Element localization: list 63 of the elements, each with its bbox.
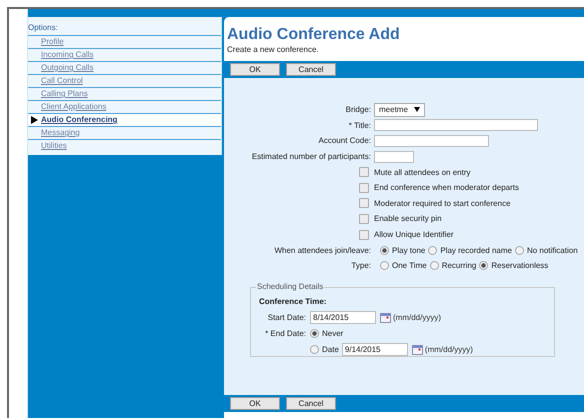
menu-link[interactable]: Incoming Calls [41,50,94,60]
radio-button[interactable] [380,246,389,255]
checkbox[interactable] [359,182,369,193]
button[interactable]: Cancel [286,397,336,410]
radio-label: Date [322,345,339,354]
radio-label: No notification [526,246,578,255]
menu-link[interactable]: Profile [41,37,64,47]
checkbox-label: End conference when moderator departs [374,183,519,192]
field-label: When attendees join/leave: [274,246,371,255]
field-label: Estimated number of participants: [252,152,371,162]
radio-button[interactable] [428,246,438,255]
menu-link[interactable]: Client Applications [41,102,106,112]
checkbox[interactable] [359,230,369,240]
dropdown[interactable]: meetme [374,102,425,117]
calendar-icon [380,312,391,323]
field-label: Bridge: [346,105,371,114]
section-heading: Conference Time: [259,296,328,307]
radio-label: Never [322,329,344,338]
menu-link[interactable]: Messaging [41,128,80,138]
radio-button[interactable] [479,261,488,270]
checkbox[interactable] [359,214,369,224]
radio-button[interactable] [310,329,319,338]
menu-heading: Options: [28,22,58,34]
radio-button[interactable] [380,261,389,270]
menu-link[interactable]: Call Control [41,76,83,86]
field-label: Type: [351,261,371,270]
page-title: Audio Conference Add [226,25,401,44]
radio-label: Reservationless [491,261,548,270]
radio-button[interactable] [310,345,319,354]
radio-label: Recurring [442,261,476,270]
date-field[interactable]: 8/14/2015 [310,311,376,324]
field-label: Account Code: [318,136,371,146]
field-label: * End Date: [265,329,306,338]
input-field[interactable] [374,119,538,132]
date-field[interactable]: 9/14/2015 [342,343,408,356]
radio-label: Play recorded name [440,246,512,255]
arrow-icon [31,116,38,124]
fieldset-legend: Scheduling Details [256,282,324,291]
checkbox-label: Mute all attendees on entry [374,168,471,177]
radio-label: One Time [392,261,427,270]
field-label: Start Date: [266,313,307,322]
button[interactable]: OK [230,397,280,410]
menu-link[interactable]: Utilities [41,141,67,151]
button[interactable]: Cancel [286,63,336,76]
checkbox-label: Enable security pin [374,214,442,224]
page-subtitle: Create a new conference. [226,44,320,56]
menu-link[interactable]: Outgoing Calls [41,63,94,73]
input-field[interactable] [374,134,489,147]
menu-link[interactable]: Calling Plans [41,89,88,99]
input-field[interactable] [374,150,414,163]
checkbox[interactable] [359,167,369,178]
checkbox-label: Moderator required to start conference [374,198,511,208]
calendar-icon [412,344,423,355]
button[interactable]: OK [230,63,280,76]
date-format-hint: (mm/dd/yyyy) [424,345,473,354]
checkbox[interactable] [359,198,369,208]
checkbox-label: Allow Unique Identifier [374,230,454,240]
radio-label: Play tone [392,246,426,255]
field-label: * Title: [348,120,371,130]
caret-icon [414,107,420,112]
date-format-hint: (mm/dd/yyyy) [393,313,441,322]
radio-button[interactable] [430,261,439,270]
radio-button[interactable] [514,246,524,255]
